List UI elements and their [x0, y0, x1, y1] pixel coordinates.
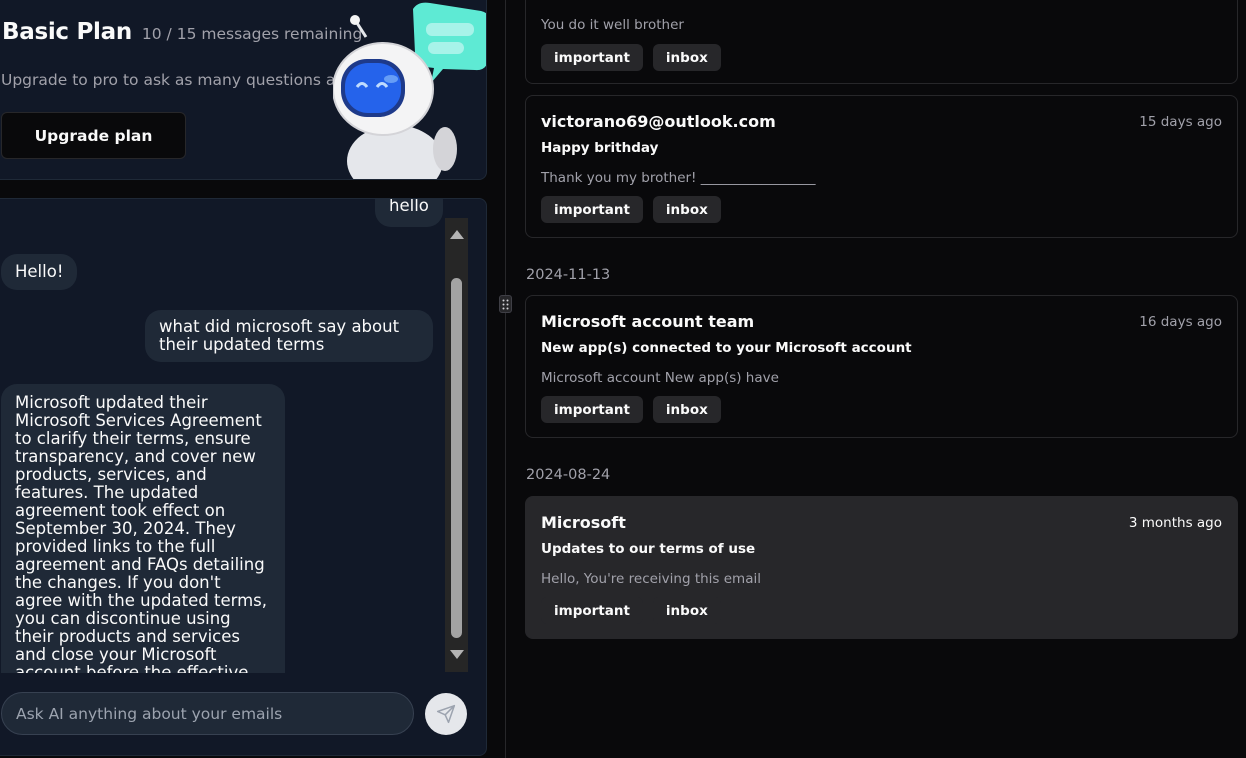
tag-badge[interactable]: important [541, 196, 643, 223]
tag-badge[interactable]: inbox [652, 597, 721, 624]
ai-message: Hello! [1, 254, 78, 290]
email-tags: important inbox [541, 44, 721, 71]
ai-chat-panel: hello Hello! what did microsoft say abou… [0, 198, 487, 756]
tag-badge[interactable]: inbox [652, 396, 721, 423]
send-button[interactable] [425, 693, 467, 735]
email-card[interactable]: Microsoft account team 16 days ago New a… [525, 295, 1238, 438]
email-preview: Microsoft account New app(s) have [541, 370, 779, 386]
email-preview: Hello, You're receiving this email [541, 571, 761, 587]
email-card-selected[interactable]: Microsoft 3 months ago Updates to our te… [525, 496, 1238, 639]
tag-badge[interactable]: important [541, 396, 643, 423]
robot-mascot-icon [333, 2, 486, 179]
email-preview: You do it well brother [541, 17, 684, 33]
email-subject: New app(s) connected to your Microsoft a… [541, 340, 912, 356]
plan-description: Upgrade to pro to ask as many questions … [1, 71, 377, 89]
plan-title: Basic Plan [2, 19, 132, 45]
scroll-up-arrow-icon[interactable] [450, 230, 464, 239]
date-heading: 2024-11-13 [526, 267, 611, 283]
tag-badge[interactable]: inbox [652, 44, 721, 71]
scrollbar-thumb[interactable] [451, 278, 462, 638]
email-sender: Microsoft account team [541, 312, 755, 331]
tag-badge[interactable]: important [541, 597, 643, 624]
email-time: 15 days ago [1139, 114, 1222, 130]
email-preview: Thank you my brother! _________________ [541, 170, 816, 186]
email-time: 3 months ago [1128, 515, 1222, 531]
user-message: what did microsoft say about their updat… [145, 310, 433, 362]
email-sender: Microsoft [541, 513, 626, 532]
panel-divider [505, 0, 506, 758]
send-icon [436, 704, 456, 724]
email-card[interactable]: victorano69@outlook.com 15 days ago Happ… [525, 95, 1238, 238]
date-heading: 2024-08-24 [526, 467, 611, 483]
ask-ai-input[interactable] [1, 692, 414, 735]
tag-badge[interactable]: important [541, 44, 643, 71]
upgrade-plan-button[interactable]: Upgrade plan [1, 112, 186, 159]
email-card[interactable]: You do it well brother important inbox [525, 0, 1238, 84]
chat-messages: hello Hello! what did microsoft say abou… [0, 199, 446, 673]
chat-scrollbar[interactable] [445, 218, 468, 672]
ai-message: Microsoft updated their Microsoft Servic… [1, 384, 285, 673]
grip-vertical-icon [502, 299, 509, 309]
email-subject: Updates to our terms of use [541, 541, 756, 557]
email-subject: Happy brithday [541, 140, 659, 156]
messages-remaining: 10 / 15 messages remaining [141, 25, 363, 43]
scroll-down-arrow-icon[interactable] [450, 650, 464, 659]
email-sender: victorano69@outlook.com [541, 112, 776, 131]
plan-card: Basic Plan 10 / 15 messages remaining Up… [0, 0, 487, 180]
plan-header: Basic Plan 10 / 15 messages remaining [2, 19, 362, 45]
user-message: hello [375, 199, 443, 227]
email-tags: important inbox [541, 396, 721, 423]
email-time: 16 days ago [1139, 314, 1222, 330]
tag-badge[interactable]: inbox [652, 196, 721, 223]
email-tags: important inbox [541, 597, 721, 624]
email-tags: important inbox [541, 196, 721, 223]
resize-handle[interactable] [499, 295, 512, 313]
